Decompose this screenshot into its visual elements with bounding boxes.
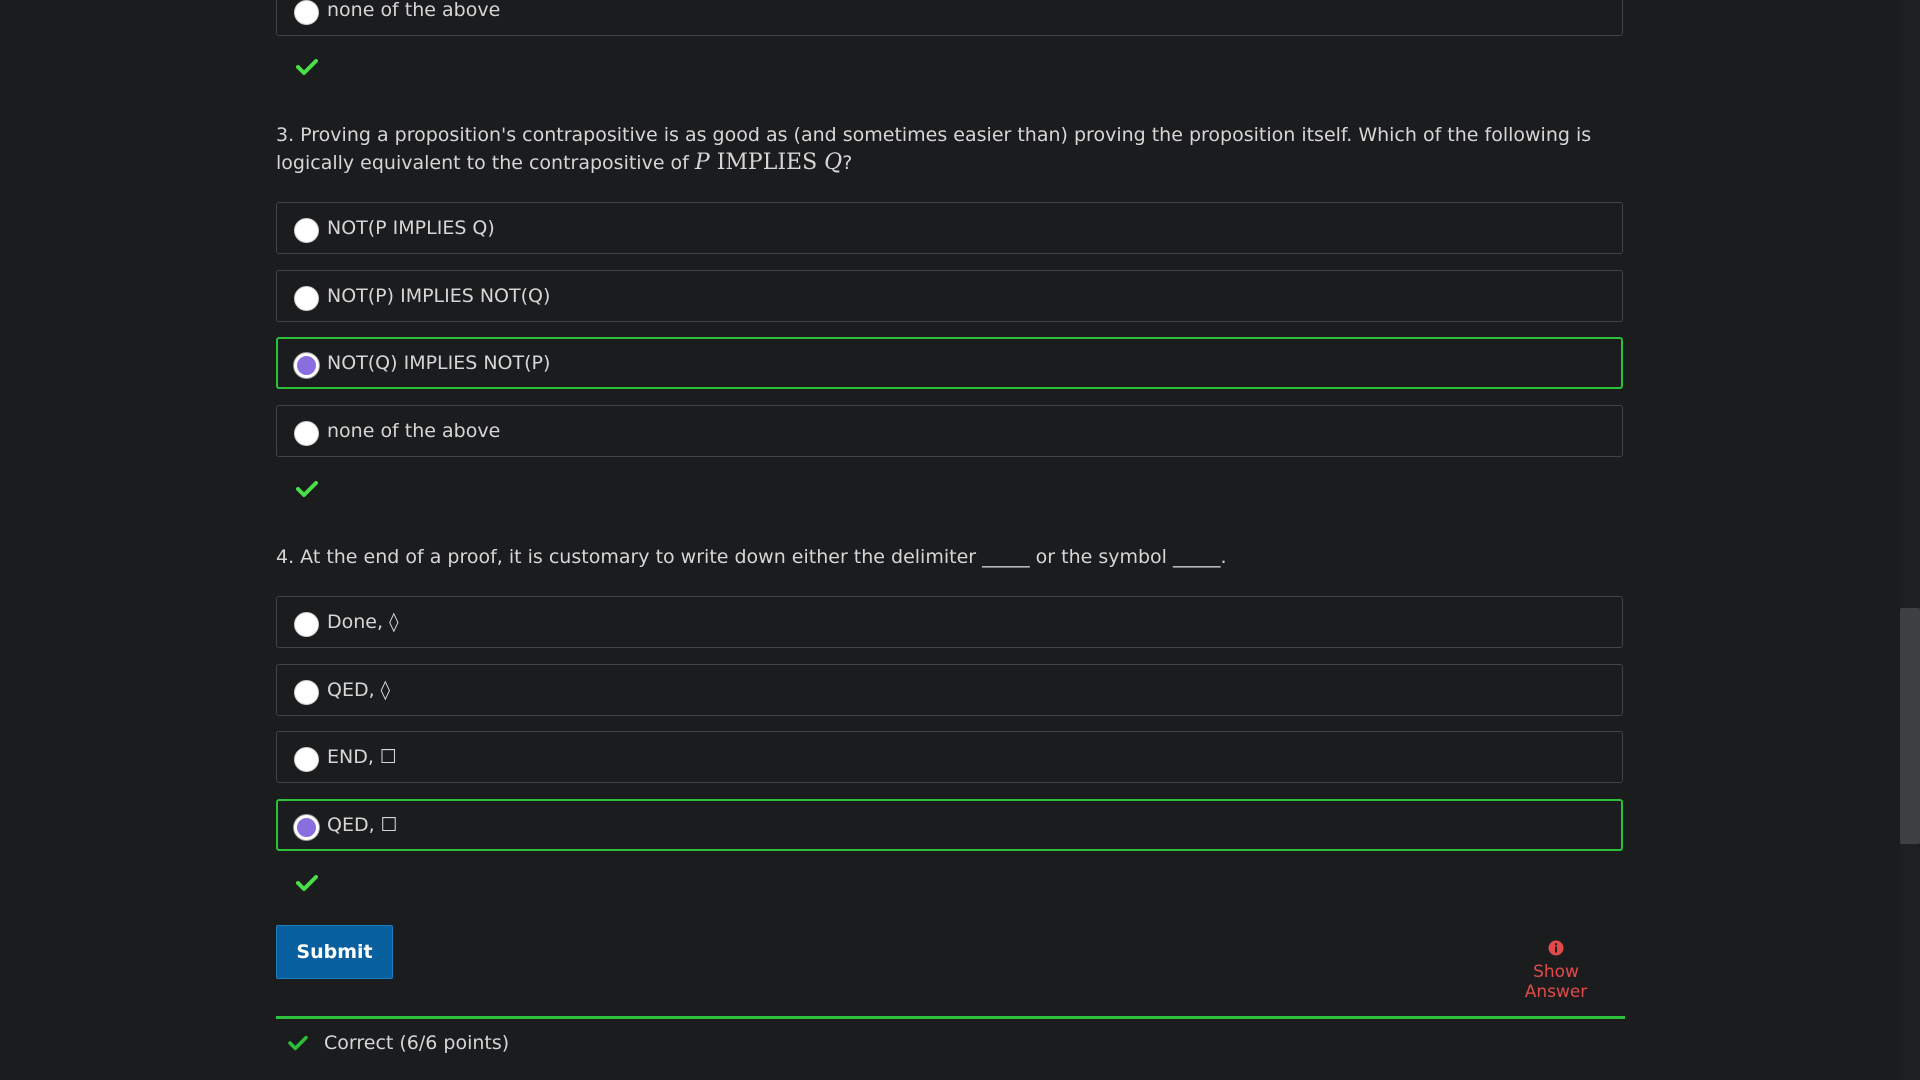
radio-button-selected[interactable] [294,814,319,840]
q4-option-4[interactable]: QED, ☐ [276,799,1623,851]
radio-button[interactable] [294,679,319,705]
option-label: NOT(Q) IMPLIES NOT(P) [327,352,551,374]
math-expression: P IMPLIES Q [694,150,843,175]
check-icon [296,481,318,497]
option-label: QED, ◊ [327,679,391,701]
show-answer-button[interactable]: Show Answer [1501,940,1611,1002]
q4-option-1[interactable]: Done, ◊ [276,596,1623,648]
check-icon [288,1035,308,1051]
option-label: none of the above [327,0,501,21]
option-label: QED, ☐ [327,814,398,836]
radio-button[interactable] [294,0,319,25]
status-divider [276,1016,1625,1019]
problem-page: none of the above 3. Proving a propositi… [0,0,1920,1080]
status-text: Correct (6/6 points) [324,1032,510,1054]
check-icon [296,59,318,75]
radio-button[interactable] [294,611,319,637]
radio-button[interactable] [294,746,319,772]
check-icon [296,875,318,891]
q4-option-3[interactable]: END, ☐ [276,731,1623,783]
info-icon [1548,940,1564,956]
q2-option-none[interactable]: none of the above [276,0,1623,36]
q3-option-2[interactable]: NOT(P) IMPLIES NOT(Q) [276,270,1623,322]
option-label: END, ☐ [327,746,397,768]
q4-option-2[interactable]: QED, ◊ [276,664,1623,716]
radio-button-selected[interactable] [294,352,319,378]
q4-question-text: 4. At the end of a proof, it is customar… [276,546,1227,568]
q3-option-3[interactable]: NOT(Q) IMPLIES NOT(P) [276,337,1623,389]
radio-button[interactable] [294,285,319,311]
option-label: Done, ◊ [327,611,399,633]
q3-option-1[interactable]: NOT(P IMPLIES Q) [276,202,1623,254]
q3-question-text: 3. Proving a proposition's contrapositiv… [276,124,1592,175]
option-label: NOT(P) IMPLIES NOT(Q) [327,285,551,307]
option-label: none of the above [327,420,501,442]
show-answer-label: Show Answer [1524,962,1588,1002]
radio-button[interactable] [294,420,319,446]
scrollbar-thumb[interactable] [1900,608,1920,844]
status-bar: Correct (6/6 points) [288,1032,509,1054]
q3-option-4[interactable]: none of the above [276,405,1623,457]
scrollbar-track[interactable] [1900,0,1920,1080]
submit-button[interactable]: Submit [276,925,393,979]
option-label: NOT(P IMPLIES Q) [327,217,495,239]
radio-button[interactable] [294,217,319,243]
